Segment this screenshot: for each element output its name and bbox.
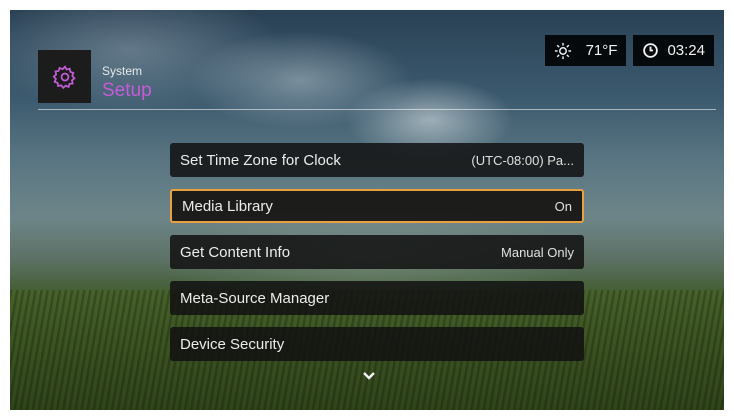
menu-item-label: Device Security xyxy=(180,335,285,353)
weather-widget: 71°F xyxy=(544,35,627,66)
menu-item-time-zone[interactable]: Set Time Zone for Clock (UTC-08:00) Pa..… xyxy=(170,143,584,177)
chevron-down-icon[interactable] xyxy=(362,368,376,386)
menu-item-value: On xyxy=(554,198,572,214)
page-title: Setup xyxy=(102,80,152,101)
setup-menu: Set Time Zone for Clock (UTC-08:00) Pa..… xyxy=(170,143,584,373)
menu-item-label: Set Time Zone for Clock xyxy=(180,151,341,169)
temperature-text: 71°F xyxy=(585,42,618,59)
menu-item-media-library[interactable]: Media Library On xyxy=(170,189,584,223)
menu-item-value: (UTC-08:00) Pa... xyxy=(471,152,574,168)
menu-item-label: Get Content Info xyxy=(180,243,291,261)
menu-item-label: Media Library xyxy=(182,197,273,215)
tv-screen: System Setup 71°F 03:24 Set Time Zone fo… xyxy=(10,10,724,410)
status-bar: 71°F 03:24 xyxy=(538,35,714,66)
clock-widget: 03:24 xyxy=(633,35,714,66)
sun-icon xyxy=(554,42,572,60)
clock-icon xyxy=(642,42,659,59)
menu-item-label: Meta-Source Manager xyxy=(180,289,330,307)
header-divider xyxy=(38,109,716,110)
menu-item-meta-source-manager[interactable]: Meta-Source Manager xyxy=(170,281,584,315)
menu-item-device-security[interactable]: Device Security xyxy=(170,327,584,361)
time-text: 03:24 xyxy=(667,42,705,59)
menu-item-value: Manual Only xyxy=(501,244,574,260)
page-subtitle: System xyxy=(102,64,143,78)
menu-item-content-info[interactable]: Get Content Info Manual Only xyxy=(170,235,584,269)
gear-icon xyxy=(38,50,91,103)
